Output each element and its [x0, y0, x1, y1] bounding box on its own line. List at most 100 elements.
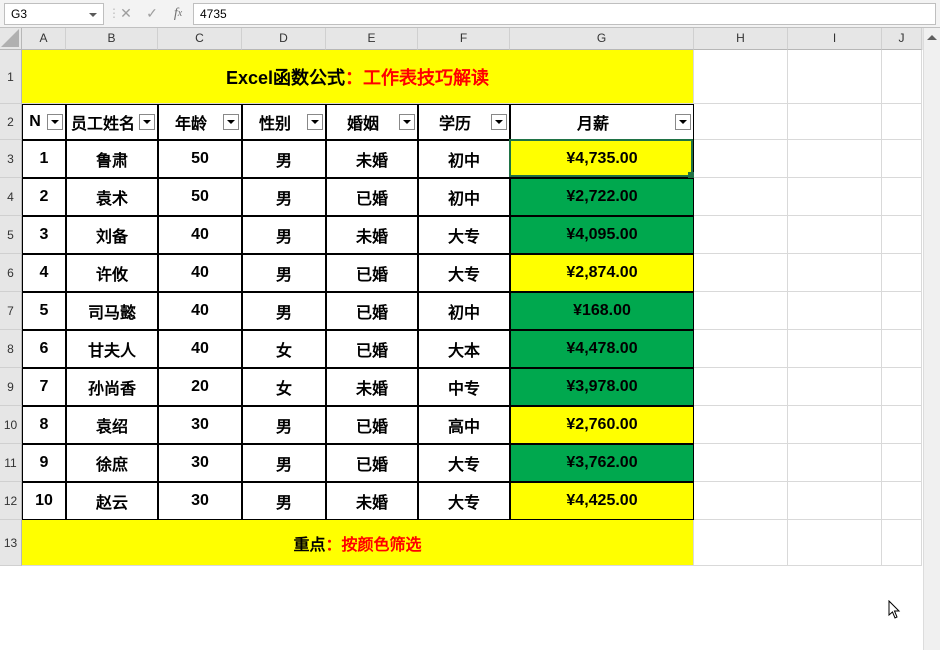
scrollbar-track[interactable] [924, 45, 940, 650]
data-cell[interactable]: 初中 [418, 140, 510, 178]
data-cell[interactable]: 7 [22, 368, 66, 406]
empty-cell[interactable] [694, 406, 788, 444]
salary-cell[interactable]: ¥3,762.00 [510, 444, 694, 482]
data-cell[interactable]: 40 [158, 254, 242, 292]
filter-dropdown-button[interactable] [491, 114, 507, 130]
data-cell[interactable]: 9 [22, 444, 66, 482]
data-cell[interactable]: 中专 [418, 368, 510, 406]
data-cell[interactable]: 男 [242, 444, 326, 482]
empty-cell[interactable] [788, 368, 882, 406]
column-header-G[interactable]: G [510, 28, 694, 50]
select-all-corner[interactable] [0, 28, 22, 50]
data-cell[interactable]: 50 [158, 140, 242, 178]
data-cell[interactable]: 男 [242, 216, 326, 254]
data-cell[interactable]: 已婚 [326, 178, 418, 216]
empty-cell[interactable] [882, 254, 922, 292]
data-cell[interactable]: 大专 [418, 444, 510, 482]
data-cell[interactable]: 未婚 [326, 140, 418, 178]
data-cell[interactable]: 司马懿 [66, 292, 158, 330]
empty-cell[interactable] [882, 406, 922, 444]
data-cell[interactable]: 已婚 [326, 254, 418, 292]
vertical-scrollbar[interactable] [923, 28, 940, 650]
data-cell[interactable]: 20 [158, 368, 242, 406]
data-cell[interactable]: 40 [158, 330, 242, 368]
data-cell[interactable]: 4 [22, 254, 66, 292]
empty-cell[interactable] [788, 216, 882, 254]
empty-cell[interactable] [694, 330, 788, 368]
filter-dropdown-button[interactable] [47, 114, 63, 130]
empty-cell[interactable] [788, 444, 882, 482]
row-header-11[interactable]: 11 [0, 444, 22, 482]
salary-cell[interactable]: ¥2,722.00 [510, 178, 694, 216]
data-cell[interactable]: 30 [158, 482, 242, 520]
filter-dropdown-button[interactable] [675, 114, 691, 130]
data-cell[interactable]: 高中 [418, 406, 510, 444]
data-cell[interactable]: 未婚 [326, 216, 418, 254]
formula-input[interactable]: 4735 [193, 3, 936, 25]
column-header-A[interactable]: A [22, 28, 66, 50]
scroll-up-button[interactable] [924, 28, 940, 45]
empty-cell[interactable] [694, 444, 788, 482]
data-cell[interactable]: 8 [22, 406, 66, 444]
row-header-5[interactable]: 5 [0, 216, 22, 254]
empty-cell[interactable] [694, 482, 788, 520]
data-cell[interactable]: 刘备 [66, 216, 158, 254]
data-cell[interactable]: 已婚 [326, 292, 418, 330]
data-cell[interactable]: 男 [242, 178, 326, 216]
column-header-I[interactable]: I [788, 28, 882, 50]
empty-cell[interactable] [882, 368, 922, 406]
empty-cell[interactable] [788, 330, 882, 368]
data-cell[interactable]: 男 [242, 140, 326, 178]
row-header-9[interactable]: 9 [0, 368, 22, 406]
row-header-13[interactable]: 13 [0, 520, 22, 566]
cancel-icon[interactable]: ✕ [115, 3, 137, 25]
column-header-H[interactable]: H [694, 28, 788, 50]
data-cell[interactable]: 袁绍 [66, 406, 158, 444]
empty-cell[interactable] [694, 292, 788, 330]
salary-cell[interactable]: ¥2,874.00 [510, 254, 694, 292]
data-cell[interactable]: 甘夫人 [66, 330, 158, 368]
salary-cell[interactable]: ¥3,978.00 [510, 368, 694, 406]
salary-cell[interactable]: ¥168.00 [510, 292, 694, 330]
data-cell[interactable]: 大专 [418, 216, 510, 254]
data-cell[interactable]: 女 [242, 330, 326, 368]
data-cell[interactable]: 徐庶 [66, 444, 158, 482]
data-cell[interactable]: 未婚 [326, 482, 418, 520]
empty-cell[interactable] [788, 292, 882, 330]
row-header-2[interactable]: 2 [0, 104, 22, 140]
name-box[interactable]: G3 [4, 3, 104, 25]
data-cell[interactable]: 2 [22, 178, 66, 216]
filter-dropdown-button[interactable] [307, 114, 323, 130]
row-header-6[interactable]: 6 [0, 254, 22, 292]
data-cell[interactable]: 5 [22, 292, 66, 330]
empty-cell[interactable] [694, 216, 788, 254]
data-cell[interactable]: 赵云 [66, 482, 158, 520]
data-cell[interactable]: 许攸 [66, 254, 158, 292]
empty-cell[interactable] [882, 216, 922, 254]
data-cell[interactable]: 男 [242, 406, 326, 444]
filter-dropdown-button[interactable] [223, 114, 239, 130]
data-cell[interactable]: 50 [158, 178, 242, 216]
data-cell[interactable]: 已婚 [326, 444, 418, 482]
empty-cell[interactable] [694, 50, 788, 104]
row-header-8[interactable]: 8 [0, 330, 22, 368]
empty-cell[interactable] [788, 520, 882, 566]
empty-cell[interactable] [882, 520, 922, 566]
empty-cell[interactable] [882, 330, 922, 368]
row-header-7[interactable]: 7 [0, 292, 22, 330]
empty-cell[interactable] [694, 520, 788, 566]
data-cell[interactable]: 大专 [418, 482, 510, 520]
column-header-B[interactable]: B [66, 28, 158, 50]
accept-icon[interactable]: ✓ [141, 3, 163, 25]
column-header-C[interactable]: C [158, 28, 242, 50]
data-cell[interactable]: 已婚 [326, 330, 418, 368]
column-header-F[interactable]: F [418, 28, 510, 50]
data-cell[interactable]: 3 [22, 216, 66, 254]
empty-cell[interactable] [882, 292, 922, 330]
column-header-E[interactable]: E [326, 28, 418, 50]
empty-cell[interactable] [788, 50, 882, 104]
cells-area[interactable]: Excel函数公式：工作表技巧解读N员工姓名年龄性别婚姻学历月薪1鲁肃50男未婚… [22, 50, 940, 650]
row-header-3[interactable]: 3 [0, 140, 22, 178]
data-cell[interactable]: 10 [22, 482, 66, 520]
data-cell[interactable]: 未婚 [326, 368, 418, 406]
